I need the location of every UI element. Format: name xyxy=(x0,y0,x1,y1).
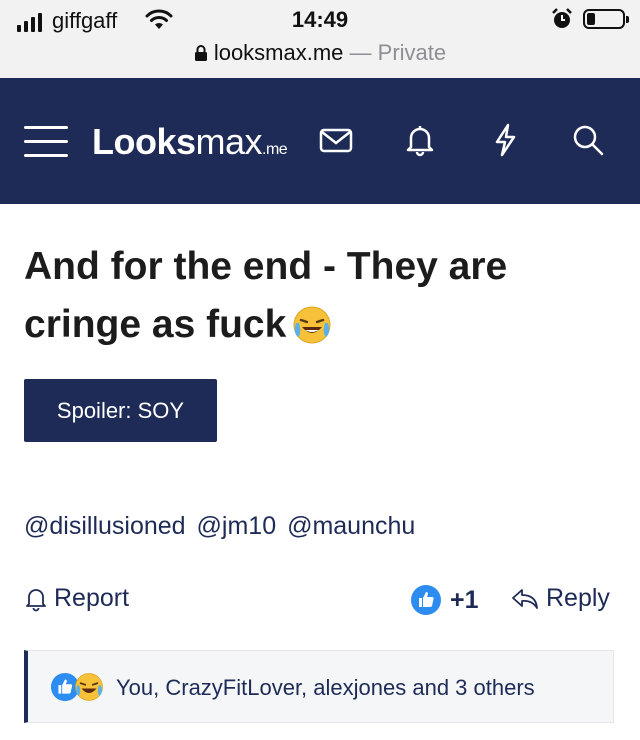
lock-icon xyxy=(194,45,207,61)
address-bar[interactable]: looksmax.me — Private xyxy=(0,40,640,66)
bell-icon xyxy=(26,588,46,611)
reactions-bar[interactable]: You, CrazyFitLover, alexjones and 3 othe… xyxy=(24,650,614,723)
post-title-text: And for the end - They are cringe as fuc… xyxy=(24,245,508,346)
mention-link[interactable]: @jm10 xyxy=(197,512,277,540)
private-label: Private xyxy=(377,40,447,65)
like-button[interactable]: +1 xyxy=(410,584,479,616)
laughing-emoji-icon xyxy=(293,306,331,344)
reply-button[interactable]: Reply xyxy=(510,584,610,613)
alarm-icon xyxy=(552,8,572,28)
address-url: looksmax.me xyxy=(213,40,344,65)
mention-link[interactable]: @maunchu xyxy=(287,512,415,540)
battery-icon xyxy=(583,9,629,29)
report-label: Report xyxy=(54,584,130,612)
site-header: Looksmax.me xyxy=(0,78,640,204)
lightning-icon[interactable] xyxy=(487,122,523,158)
status-time: 14:49 xyxy=(291,7,349,32)
menu-icon[interactable] xyxy=(24,124,68,158)
mention-link[interactable]: @disillusioned xyxy=(24,512,186,540)
like-count: +1 xyxy=(450,585,479,614)
logo-looks: Looks xyxy=(92,121,196,162)
mail-icon[interactable] xyxy=(318,122,354,158)
logo-max: max xyxy=(195,121,263,162)
reactions-text[interactable]: You, CrazyFitLover, alexjones and 3 othe… xyxy=(116,675,535,701)
report-button[interactable]: Report xyxy=(24,584,129,613)
reply-label: Reply xyxy=(546,584,610,612)
ios-status-bar: giffgaff 14:49 looksmax.me — Private xyxy=(0,0,640,78)
address-separator: — xyxy=(349,40,372,65)
reply-icon xyxy=(512,588,538,609)
bell-icon[interactable] xyxy=(402,122,438,158)
reaction-icons xyxy=(50,672,104,702)
post-title: And for the end - They are cringe as fuc… xyxy=(24,238,604,354)
like-icon xyxy=(411,585,441,615)
site-logo[interactable]: Looksmax.me xyxy=(92,120,288,172)
logo-tld: .me xyxy=(262,141,288,158)
laugh-emoji-icon xyxy=(75,673,103,701)
search-icon[interactable] xyxy=(570,122,606,158)
mentions: @disillusioned @jm10 @maunchu xyxy=(24,512,419,541)
spoiler-button[interactable]: Spoiler: SOY xyxy=(24,379,217,442)
